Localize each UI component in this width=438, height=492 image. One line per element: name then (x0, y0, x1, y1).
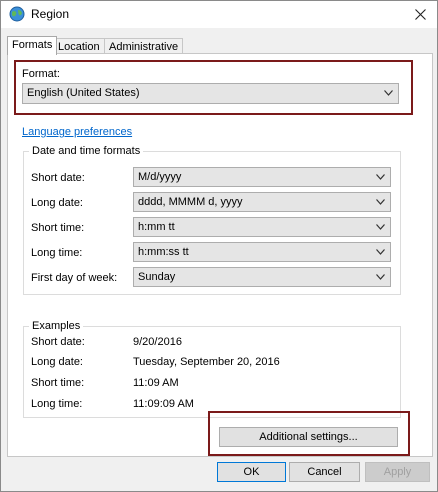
formats-panel: Format: English (United States) Language… (7, 53, 433, 457)
chevron-down-icon (384, 90, 393, 96)
long-time-value: h:mm:ss tt (138, 246, 189, 258)
long-date-value: dddd, MMMM d, yyyy (138, 196, 243, 208)
format-select-value: English (United States) (27, 87, 140, 99)
first-day-of-week-value: Sunday (138, 271, 176, 283)
date-time-formats-title: Date and time formats (29, 145, 144, 157)
title-bar: Region (1, 1, 437, 28)
short-date-label: Short date: (31, 172, 85, 184)
chevron-down-icon (376, 199, 385, 205)
format-select[interactable]: English (United States) (22, 83, 399, 104)
language-preferences-link[interactable]: Language preferences (22, 126, 132, 138)
additional-settings-button[interactable]: Additional settings... (219, 427, 398, 447)
short-time-label: Short time: (31, 222, 85, 234)
chevron-down-icon (376, 224, 385, 230)
window-title: Region (31, 7, 70, 21)
format-label: Format: (22, 68, 60, 80)
close-icon (414, 9, 426, 20)
region-dialog: Region Formats Location Administrative F… (0, 0, 438, 492)
chevron-down-icon (376, 274, 385, 280)
short-date-value: M/d/yyyy (138, 171, 182, 183)
globe-icon (9, 6, 25, 22)
example-long-time-value: 11:09:09 AM (133, 398, 194, 410)
first-day-of-week-label: First day of week: (31, 272, 118, 284)
short-time-select[interactable]: h:mm tt (133, 217, 391, 237)
tab-formats[interactable]: Formats (7, 36, 58, 55)
first-day-of-week-select[interactable]: Sunday (133, 267, 391, 287)
examples-title: Examples (29, 320, 84, 332)
example-long-date-value: Tuesday, September 20, 2016 (133, 356, 280, 368)
close-button[interactable] (403, 1, 437, 28)
example-short-time-value: 11:09 AM (133, 377, 179, 389)
apply-button[interactable]: Apply (365, 462, 430, 482)
long-time-select[interactable]: h:mm:ss tt (133, 242, 391, 262)
example-short-time-label: Short time: (31, 377, 85, 389)
example-short-date-label: Short date: (31, 336, 85, 348)
long-date-label: Long date: (31, 197, 83, 209)
short-date-select[interactable]: M/d/yyyy (133, 167, 391, 187)
example-short-date-value: 9/20/2016 (133, 336, 182, 348)
example-long-time-label: Long time: (31, 398, 83, 410)
chevron-down-icon (376, 174, 385, 180)
example-long-date-label: Long date: (31, 356, 83, 368)
chevron-down-icon (376, 249, 385, 255)
ok-button[interactable]: OK (217, 462, 286, 482)
long-date-select[interactable]: dddd, MMMM d, yyyy (133, 192, 391, 212)
short-time-value: h:mm tt (138, 221, 175, 233)
cancel-button[interactable]: Cancel (289, 462, 360, 482)
long-time-label: Long time: (31, 247, 83, 259)
